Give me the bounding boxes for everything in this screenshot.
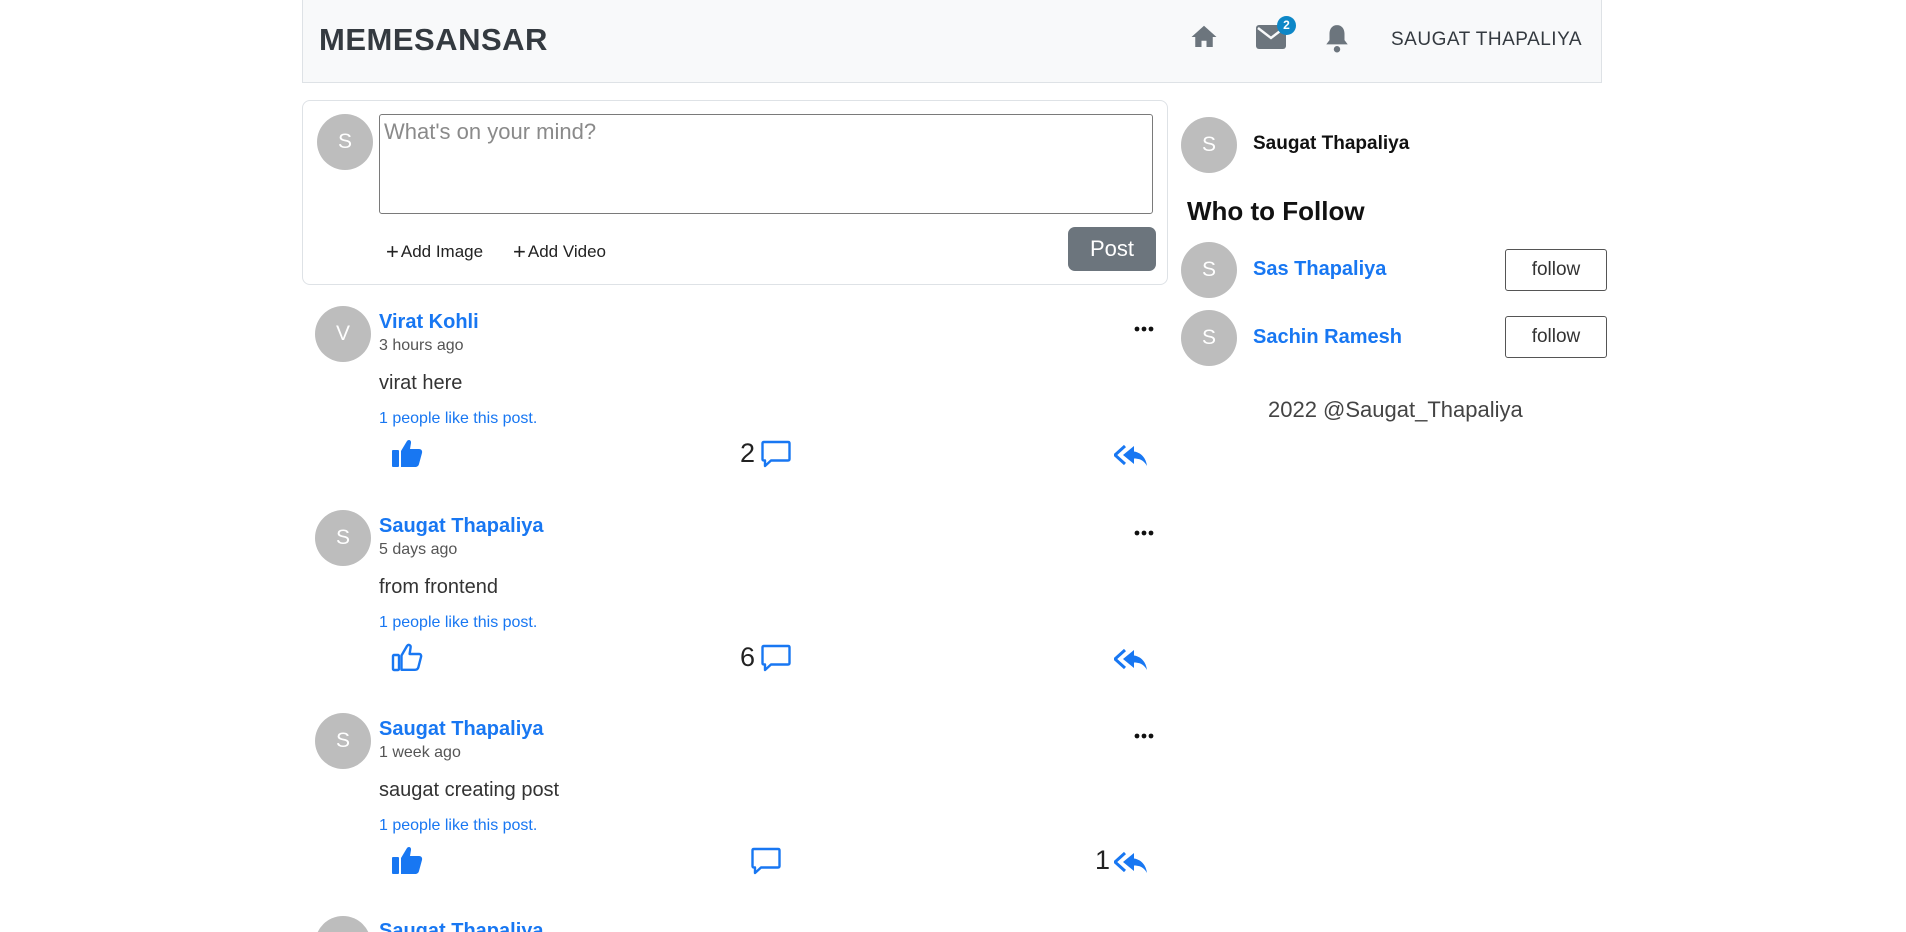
share-button[interactable]: [1113, 438, 1148, 473]
follow-button[interactable]: follow: [1505, 249, 1607, 291]
comment-icon: [761, 644, 792, 672]
messages-icon[interactable]: 2: [1255, 16, 1296, 50]
add-image-label: Add Image: [400, 242, 484, 261]
post-author[interactable]: Saugat Thapaliya: [379, 718, 544, 741]
post-content: virat here: [379, 372, 463, 394]
post-button[interactable]: Post: [1068, 227, 1156, 271]
share-button[interactable]: [1113, 642, 1148, 677]
comment-icon: [751, 847, 781, 875]
avatar: S: [315, 713, 371, 769]
post-card: S Saugat Thapaliya 1 week ago saugat cre…: [302, 713, 1168, 903]
who-to-follow-heading: Who to Follow: [1187, 196, 1365, 226]
like-filled-icon[interactable]: [391, 438, 423, 473]
reply-all-icon: [1113, 851, 1148, 873]
post-input[interactable]: [379, 114, 1153, 214]
avatar: V: [315, 306, 371, 362]
sidebar-user-avatar: S: [1181, 117, 1237, 173]
comment-count: 2: [740, 438, 756, 468]
comment-count: 6: [740, 642, 756, 672]
post-card: V Virat Kohli 3 hours ago virat here 1 p…: [302, 306, 1168, 496]
comment-button[interactable]: 2: [740, 438, 792, 473]
avatar: S: [315, 916, 371, 932]
post-likes-text[interactable]: 1 people like this post.: [379, 410, 537, 428]
more-options-icon[interactable]: [1134, 523, 1154, 541]
navbar-user-name[interactable]: SAUGAT THAPALIYA: [1391, 29, 1582, 51]
suggestion-avatar: S: [1181, 242, 1237, 298]
post-composer: S +Add Image +Add Video Post: [302, 100, 1168, 285]
comment-button[interactable]: 6: [740, 642, 792, 677]
footer-copyright: 2022 @Saugat_Thapaliya: [1268, 397, 1523, 422]
top-navbar: MEMESANSAR 2 SAUGAT THAPALIYA: [302, 0, 1602, 83]
more-options-icon[interactable]: [1134, 726, 1154, 744]
like-outline-icon[interactable]: [391, 642, 423, 677]
post-content: saugat creating post: [379, 779, 560, 801]
post-likes-text[interactable]: 1 people like this post.: [379, 817, 537, 835]
post-card: S Saugat Thapaliya: [302, 916, 1168, 932]
reply-all-icon: [1113, 648, 1147, 670]
avatar: S: [317, 114, 373, 170]
add-video-button[interactable]: + Add Video: [513, 239, 606, 265]
more-options-icon[interactable]: [1134, 319, 1154, 337]
add-video-label: Add Video: [527, 242, 607, 261]
post-time: 5 days ago: [379, 541, 458, 558]
follow-button[interactable]: follow: [1505, 316, 1607, 358]
suggestion-avatar: S: [1181, 310, 1237, 366]
post-likes-text[interactable]: 1 people like this post.: [379, 614, 537, 632]
comment-button[interactable]: [749, 845, 781, 880]
plus-icon: +: [513, 239, 526, 264]
share-count: 1: [1095, 845, 1111, 875]
brand-logo[interactable]: MEMESANSAR: [319, 22, 548, 58]
post-time: 1 week ago: [379, 744, 461, 761]
suggestion-name[interactable]: Sachin Ramesh: [1253, 326, 1402, 349]
suggestion-name[interactable]: Sas Thapaliya: [1253, 258, 1386, 281]
plus-icon: +: [386, 239, 399, 264]
comment-icon: [761, 440, 792, 468]
post-author[interactable]: Saugat Thapaliya: [379, 920, 544, 932]
messages-badge: 2: [1277, 16, 1296, 35]
post-author[interactable]: Virat Kohli: [379, 311, 479, 334]
post-card: S Saugat Thapaliya 5 days ago from front…: [302, 510, 1168, 700]
like-filled-icon[interactable]: [391, 845, 423, 880]
post-content: from frontend: [379, 576, 498, 598]
post-author[interactable]: Saugat Thapaliya: [379, 515, 544, 538]
sidebar-user-name[interactable]: Saugat Thapaliya: [1253, 133, 1409, 155]
home-icon[interactable]: [1189, 22, 1219, 52]
post-time: 3 hours ago: [379, 337, 464, 354]
reply-all-icon: [1113, 444, 1147, 466]
bell-icon[interactable]: [1324, 23, 1350, 53]
add-image-button[interactable]: + Add Image: [386, 239, 483, 265]
avatar: S: [315, 510, 371, 566]
share-button[interactable]: 1: [1095, 845, 1148, 880]
